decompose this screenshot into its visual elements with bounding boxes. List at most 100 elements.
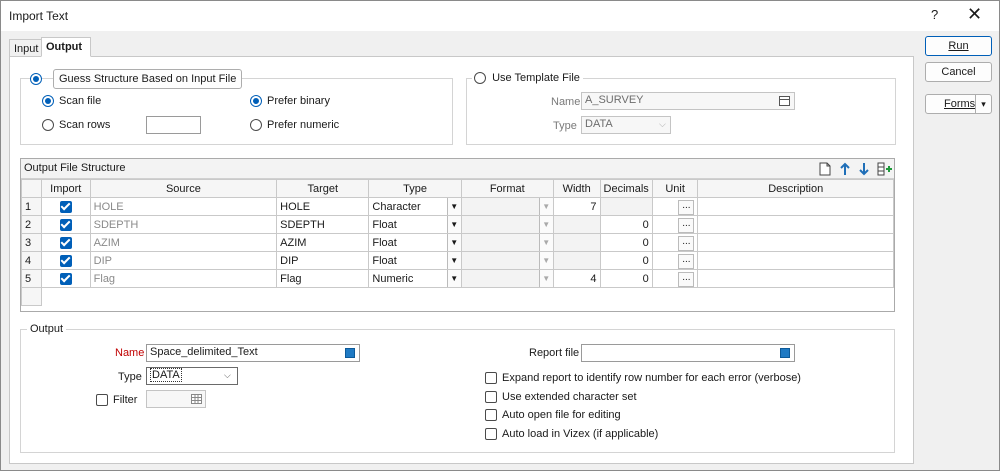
import-cell[interactable]: [40, 269, 91, 288]
unit-browse-button[interactable]: ...: [678, 235, 695, 251]
type-cell[interactable]: Float ▼: [368, 233, 462, 252]
forms-button[interactable]: Forms ▾: [925, 94, 992, 114]
unit-browse-button[interactable]: ...: [678, 217, 695, 233]
unit-browse-button[interactable]: ...: [678, 199, 695, 215]
target-cell[interactable]: HOLE: [276, 197, 370, 216]
decimals-cell[interactable]: 0: [599, 233, 653, 252]
row-number[interactable]: 1: [21, 197, 42, 216]
column-header-description[interactable]: Description: [697, 179, 894, 198]
decimals-cell[interactable]: 0: [599, 251, 653, 270]
column-header-type[interactable]: Type: [368, 179, 462, 198]
row-number[interactable]: 2: [21, 215, 42, 234]
width-cell[interactable]: 4: [552, 269, 601, 288]
browse-output-file-icon[interactable]: [345, 348, 355, 358]
close-icon[interactable]: ✕: [967, 4, 982, 25]
column-header-format[interactable]: Format: [460, 179, 554, 198]
column-header-width[interactable]: Width: [552, 179, 601, 198]
arrow-down-icon[interactable]: [859, 162, 869, 176]
prefer-numeric-radio[interactable]: [250, 119, 262, 131]
use-template-radio[interactable]: [474, 72, 486, 85]
description-cell[interactable]: [697, 251, 894, 270]
empty-new-row[interactable]: [21, 287, 894, 306]
type-cell[interactable]: Character ▼: [368, 197, 462, 216]
filter-label: Filter: [113, 394, 138, 406]
output-type-chevron-down-icon[interactable]: ⌵: [224, 370, 231, 381]
run-button[interactable]: Run: [925, 36, 992, 56]
format-dropdown-icon: ▼: [538, 234, 553, 251]
import-checkbox[interactable]: [59, 272, 72, 285]
type-dropdown-icon[interactable]: ▼: [446, 198, 461, 215]
target-cell[interactable]: DIP: [276, 251, 370, 270]
cancel-button[interactable]: Cancel: [925, 62, 992, 82]
guess-structure-radio[interactable]: [30, 73, 42, 85]
insert-column-icon[interactable]: [877, 162, 893, 176]
auto-open-checkbox[interactable]: [485, 409, 497, 421]
type-cell[interactable]: Numeric ▼: [368, 269, 462, 288]
tab-input[interactable]: Input: [9, 39, 44, 57]
description-cell[interactable]: [697, 197, 894, 216]
import-checkbox[interactable]: [59, 200, 72, 213]
unit-cell[interactable]: ...: [651, 197, 699, 216]
type-dropdown-icon[interactable]: ▼: [446, 234, 461, 251]
type-dropdown-icon[interactable]: ▼: [446, 270, 461, 287]
type-cell[interactable]: Float ▼: [368, 215, 462, 234]
unit-browse-button[interactable]: ...: [678, 253, 695, 269]
unit-cell[interactable]: ...: [651, 251, 699, 270]
type-dropdown-icon[interactable]: ▼: [446, 252, 461, 269]
column-header-unit[interactable]: Unit: [651, 179, 699, 198]
row-number[interactable]: 3: [21, 233, 42, 252]
column-header-target[interactable]: Target: [276, 179, 370, 198]
type-dropdown-icon[interactable]: ▼: [446, 216, 461, 233]
column-header-import[interactable]: Import: [40, 179, 91, 198]
use-template-legend: Use Template File: [472, 72, 583, 85]
row-number[interactable]: 4: [21, 251, 42, 270]
window-title: Import Text: [9, 9, 69, 23]
row-number[interactable]: [21, 287, 42, 306]
import-checkbox[interactable]: [59, 254, 72, 267]
target-cell[interactable]: AZIM: [276, 233, 370, 252]
scan-rows-radio[interactable]: [42, 119, 54, 131]
prefer-binary-radio[interactable]: [250, 95, 262, 107]
import-checkbox[interactable]: [59, 236, 72, 249]
filter-checkbox[interactable]: [96, 394, 108, 406]
scan-file-radio[interactable]: [42, 95, 54, 107]
description-cell[interactable]: [697, 233, 894, 252]
width-cell[interactable]: 7: [552, 197, 601, 216]
unit-cell[interactable]: ...: [651, 215, 699, 234]
unit-cell[interactable]: ...: [651, 233, 699, 252]
decimals-cell[interactable]: 0: [599, 269, 653, 288]
row-number[interactable]: 5: [21, 269, 42, 288]
description-cell[interactable]: [697, 269, 894, 288]
column-header-decimals[interactable]: Decimals: [599, 179, 653, 198]
type-cell[interactable]: Float ▼: [368, 251, 462, 270]
target-cell[interactable]: Flag: [276, 269, 370, 288]
tab-output[interactable]: Output: [41, 37, 91, 57]
import-cell[interactable]: [40, 233, 91, 252]
new-file-icon[interactable]: [819, 162, 831, 176]
import-cell[interactable]: [40, 251, 91, 270]
import-cell[interactable]: [40, 215, 91, 234]
unit-browse-button[interactable]: ...: [678, 271, 695, 287]
import-checkbox[interactable]: [59, 218, 72, 231]
arrow-up-icon[interactable]: [840, 162, 850, 176]
output-name-input[interactable]: Space_delimited_Text: [146, 344, 360, 362]
help-icon[interactable]: ?: [931, 7, 938, 22]
scan-rows-input[interactable]: [146, 116, 201, 134]
description-cell[interactable]: [697, 215, 894, 234]
auto-load-vizex-checkbox[interactable]: [485, 428, 497, 440]
extended-charset-checkbox[interactable]: [485, 391, 497, 403]
column-header-source[interactable]: Source: [89, 179, 278, 198]
expand-report-checkbox[interactable]: [485, 372, 497, 384]
browse-report-file-icon[interactable]: [780, 348, 790, 358]
source-cell: DIP: [89, 251, 278, 270]
guess-structure-button[interactable]: Guess Structure Based on Input File: [53, 69, 243, 89]
scan-rows-label: Scan rows: [59, 119, 111, 131]
report-file-input[interactable]: [581, 344, 795, 362]
width-cell: [552, 215, 601, 234]
decimals-cell[interactable]: 0: [599, 215, 653, 234]
target-cell[interactable]: SDEPTH: [276, 215, 370, 234]
import-cell[interactable]: [40, 197, 91, 216]
unit-cell[interactable]: ...: [651, 269, 699, 288]
forms-dropdown-icon[interactable]: ▾: [975, 95, 991, 113]
browse-template-icon[interactable]: [779, 96, 790, 106]
